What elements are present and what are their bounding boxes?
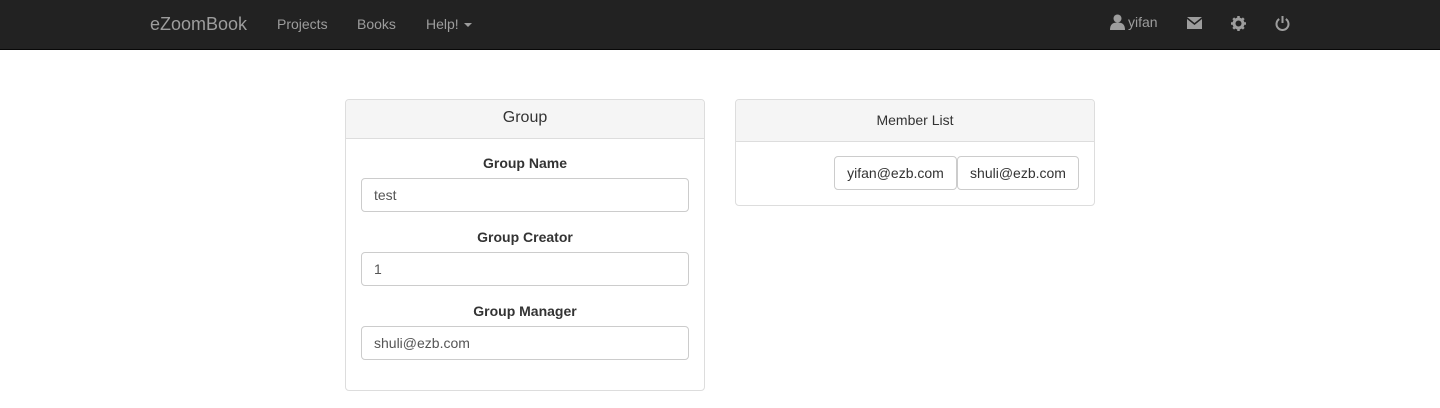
group-name-input[interactable] [361, 178, 689, 212]
member-list-panel: Member List yifan@ezb.com shuli@ezb.com [735, 99, 1095, 206]
group-manager-label: Group Manager [473, 303, 577, 319]
power-icon [1275, 16, 1290, 31]
group-panel: Group Group Name Group Creator Group Man… [345, 99, 705, 391]
settings-button[interactable] [1231, 16, 1246, 31]
brand-link[interactable]: eZoomBook [150, 14, 247, 35]
user-name: yifan [1128, 14, 1158, 30]
member-button[interactable]: shuli@ezb.com [957, 156, 1079, 190]
nav-help-dropdown[interactable]: Help! [426, 16, 472, 32]
group-panel-heading: Group [346, 100, 704, 139]
group-name-label: Group Name [482, 155, 567, 171]
envelope-icon [1187, 17, 1202, 29]
caret-down-icon [463, 23, 472, 28]
group-creator-label: Group Creator [477, 229, 573, 245]
user-icon [1110, 14, 1125, 30]
nav-books[interactable]: Books [357, 16, 396, 32]
group-manager-input[interactable] [361, 326, 689, 360]
logout-button[interactable] [1275, 15, 1290, 31]
nav-help-label: Help! [426, 16, 459, 32]
group-creator-input[interactable] [361, 252, 689, 286]
nav-projects[interactable]: Projects [277, 16, 328, 32]
member-button[interactable]: yifan@ezb.com [834, 156, 957, 190]
gear-icon [1231, 16, 1246, 31]
user-menu[interactable]: yifan [1110, 14, 1158, 30]
messages-button[interactable] [1187, 17, 1202, 29]
top-navbar: eZoomBook Projects Books Help! yifan [0, 0, 1440, 50]
member-list-heading: Member List [736, 100, 1094, 142]
